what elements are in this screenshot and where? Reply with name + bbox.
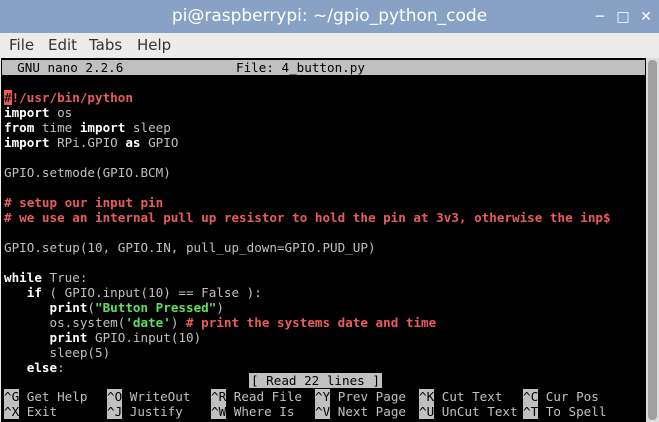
menu-file[interactable]: File [9, 36, 34, 54]
code-line-13: while True: [4, 270, 88, 285]
scrollbar-thumb[interactable] [648, 60, 657, 420]
menu-help[interactable]: Help [137, 36, 171, 54]
close-button[interactable]: ✕ [636, 7, 656, 27]
menu-bar: File Edit Tabs Help [0, 33, 659, 58]
text-cursor: # [4, 90, 12, 105]
maximize-button[interactable]: □ [613, 7, 633, 27]
nano-filename: File: 4_button.py [236, 60, 365, 75]
shortcut-prev-page[interactable]: ^Y Prev Page [315, 389, 406, 404]
code-line-14: if ( GPIO.input(10) == False ): [26, 285, 262, 300]
shortcut-cur-pos[interactable]: ^C Cur Pos [523, 389, 599, 404]
nano-header: GNU nano 2.2.6 File: 4_button.py [2, 60, 645, 75]
shortcut-where-is[interactable]: ^W Where Is [211, 404, 294, 419]
shortcut-next-page[interactable]: ^V Next Page [315, 404, 406, 419]
shortcut-get-help[interactable]: ^G Get Help [4, 389, 87, 404]
shortcut-writeout[interactable]: ^O WriteOut [107, 389, 190, 404]
code-line-4: import RPi.GPIO as GPIO [4, 135, 179, 150]
minimize-button[interactable]: ─ [590, 7, 610, 27]
shortcut-justify[interactable]: ^J Justify [107, 404, 183, 419]
code-line-11: GPIO.setup(10, GPIO.IN, pull_up_down=GPI… [4, 240, 376, 255]
code-line-3: from time import sleep [4, 120, 171, 135]
shortcut-cut-text[interactable]: ^K Cut Text [419, 389, 502, 404]
code-line-6: GPIO.setmode(GPIO.BCM) [4, 165, 171, 180]
shortcut-to-spell[interactable]: ^T To Spell [523, 404, 606, 419]
code-line-17: print GPIO.input(10) [49, 330, 202, 345]
scrollbar[interactable] [646, 58, 659, 422]
code-line-15: print("Button Pressed") [49, 300, 224, 315]
shortcut-read-file[interactable]: ^R Read File [211, 389, 302, 404]
code-line-19: else: [26, 360, 65, 375]
menu-edit[interactable]: Edit [48, 36, 77, 54]
menu-tabs[interactable]: Tabs [89, 36, 122, 54]
shortcut-exit[interactable]: ^X Exit [4, 404, 57, 419]
nano-version: GNU nano 2.2.6 [2, 60, 124, 75]
code-line-9: # we use an internal pull up resistor to… [4, 210, 611, 225]
code-line-18: sleep(5) [4, 345, 111, 360]
code-line-2: import os [4, 105, 73, 120]
window-title: pi@raspberrypi: ~/gpio_python_code [171, 6, 488, 26]
status-message: [ Read 22 lines ] [249, 373, 382, 388]
code-line-8: # setup our input pin [4, 195, 164, 210]
code-line-1: #!/usr/bin/python [4, 90, 133, 105]
code-line-16: os.system('date') # print the systems da… [4, 315, 437, 330]
title-bar: pi@raspberrypi: ~/gpio_python_code ─ □ ✕ [0, 0, 659, 33]
shortcut-uncut-text[interactable]: ^U UnCut Text [419, 404, 518, 419]
terminal[interactable]: GNU nano 2.2.6 File: 4_button.py #!/usr/b… [1, 58, 646, 422]
